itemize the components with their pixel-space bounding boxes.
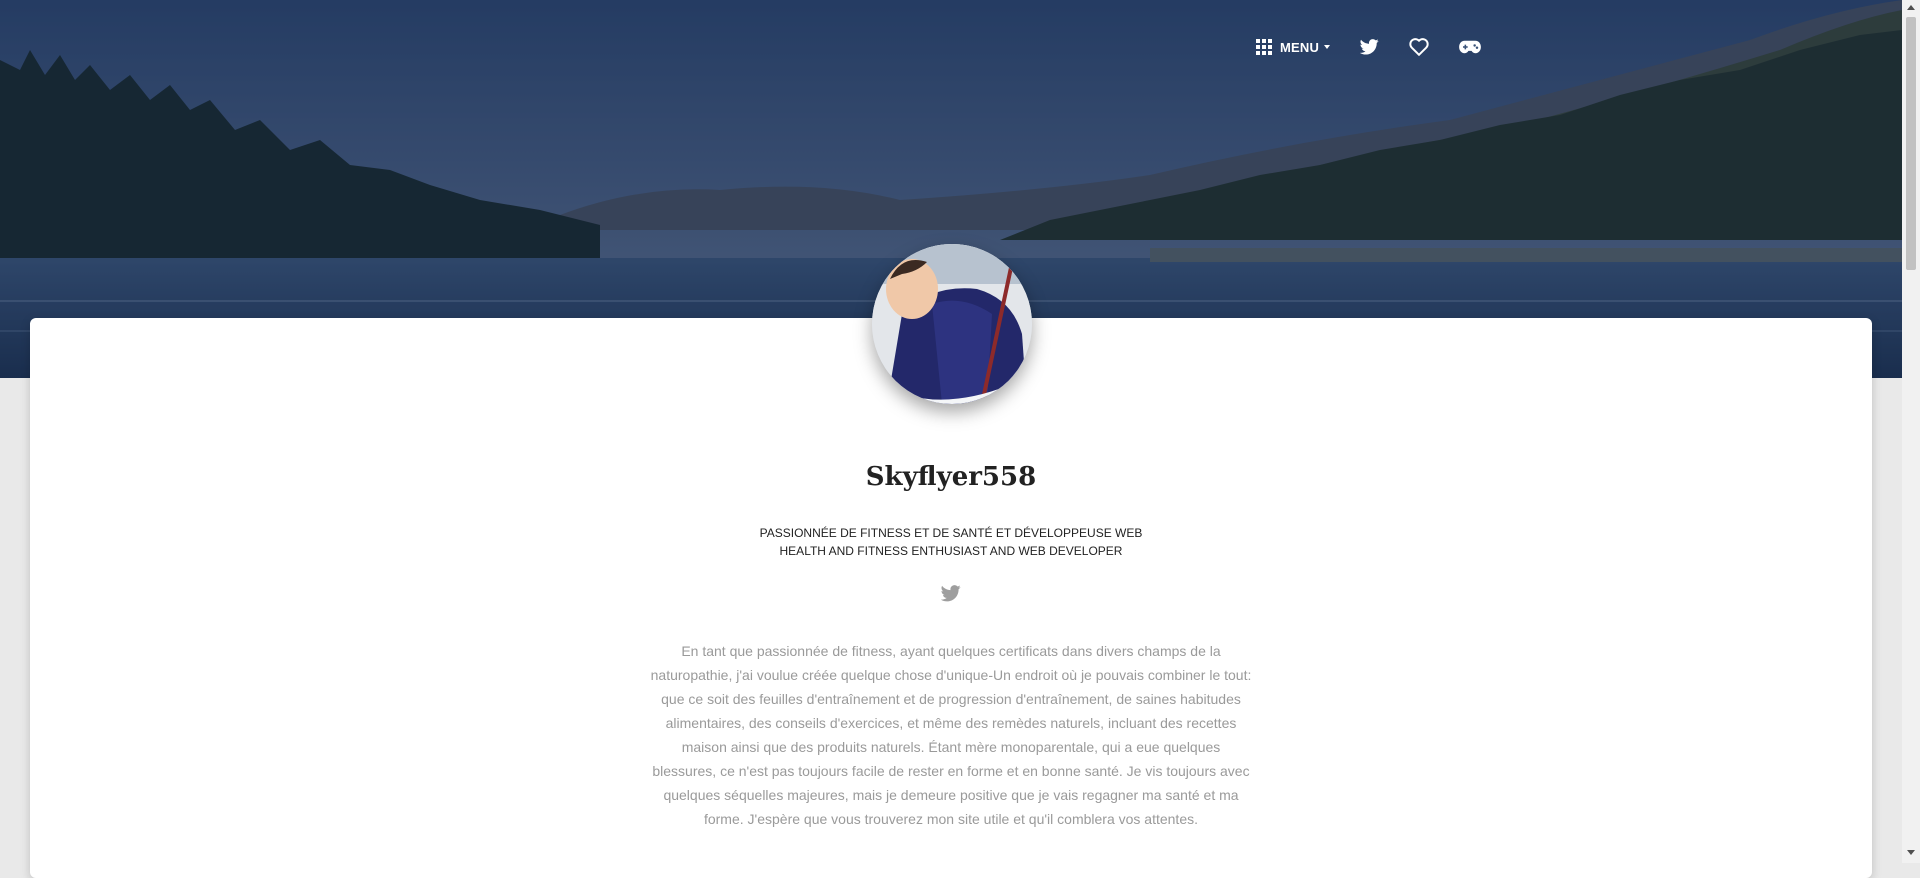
- profile-avatar: [872, 244, 1032, 404]
- profile-bio: En tant que passionnée de fitness, ayant…: [650, 643, 1252, 827]
- heart-icon: [1409, 38, 1429, 56]
- profile-name: Skyflyer558: [865, 462, 1037, 492]
- caret-down-icon: [1324, 45, 1331, 49]
- profile-tagline-fr: PASSIONNÉE DE FITNESS ET DE SANTÉ ET DÉV…: [759, 526, 1143, 540]
- twitter-icon: [1360, 39, 1379, 55]
- grid-icon: [1256, 39, 1272, 55]
- menu-label: MENU: [1280, 39, 1320, 55]
- page-scrollbar[interactable]: [1902, 0, 1920, 863]
- nav-games-link[interactable]: [1459, 40, 1481, 54]
- scroll-up-arrow-icon[interactable]: [1907, 5, 1915, 10]
- top-navbar: MENU: [1256, 34, 1481, 60]
- nav-twitter-link[interactable]: [1360, 39, 1379, 55]
- nav-favorites-link[interactable]: [1409, 38, 1429, 56]
- menu-dropdown-button[interactable]: MENU: [1256, 39, 1331, 55]
- scroll-down-arrow-icon[interactable]: [1907, 850, 1915, 855]
- profile-tagline-en: HEALTH AND FITNESS ENTHUSIAST AND WEB DE…: [779, 544, 1123, 558]
- twitter-icon: [940, 585, 961, 602]
- profile-twitter-link[interactable]: [940, 585, 961, 603]
- gamepad-icon: [1459, 40, 1481, 54]
- scrollbar-thumb[interactable]: [1906, 17, 1916, 270]
- profile-photo: [872, 244, 1032, 404]
